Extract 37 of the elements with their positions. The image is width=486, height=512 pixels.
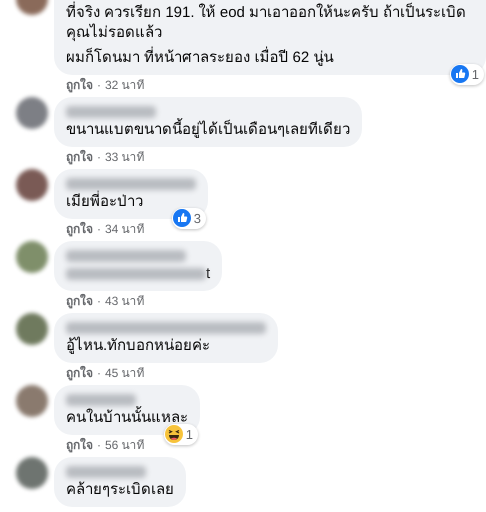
comment-text: t bbox=[206, 264, 210, 284]
blurred-name bbox=[66, 394, 136, 406]
reaction-count: 1 bbox=[186, 426, 193, 444]
comment-text: ผมก็โดนมา ที่หน้าศาลระยอง เมื่อปี 62 นู่น bbox=[66, 48, 474, 68]
separator-dot: · bbox=[97, 77, 101, 94]
timestamp[interactable]: 32 นาที bbox=[105, 77, 145, 94]
reaction-count: 3 bbox=[194, 210, 201, 228]
comment-text: คนในบ้านนั้นแหละ bbox=[66, 408, 188, 428]
separator-dot: · bbox=[97, 365, 101, 382]
comment-text: เมียพี่อะป่าว bbox=[66, 192, 196, 212]
comment-text: ขนานแบตขนาดนี้อยู่ได้เป็นเดือนๆเลยทีเดียว bbox=[66, 120, 350, 140]
like-link[interactable]: ถูกใจ bbox=[66, 437, 93, 454]
timestamp[interactable]: 56 นาที bbox=[105, 437, 145, 454]
like-link[interactable]: ถูกใจ bbox=[66, 149, 93, 166]
like-link[interactable]: ถูกใจ bbox=[66, 77, 93, 94]
avatar bbox=[16, 169, 48, 201]
separator-dot: · bbox=[97, 221, 101, 238]
separator-dot: · bbox=[97, 149, 101, 166]
avatar bbox=[16, 385, 48, 417]
like-link[interactable]: ถูกใจ bbox=[66, 365, 93, 382]
avatar bbox=[16, 313, 48, 345]
avatar bbox=[16, 457, 48, 489]
like-link[interactable]: ถูกใจ bbox=[66, 293, 93, 310]
avatar bbox=[16, 97, 48, 129]
separator-dot: · bbox=[97, 293, 101, 310]
timestamp[interactable]: 45 นาที bbox=[105, 365, 145, 382]
separator-dot: · bbox=[97, 437, 101, 454]
timestamp[interactable]: 43 นาที bbox=[105, 293, 145, 310]
laughing-emoji-icon bbox=[164, 425, 183, 444]
comment-text: คล้ายๆระเบิดเลย bbox=[66, 480, 174, 500]
comment-text: ที่จริง ควรเรียก 191. ให้ eod มาเอาออกให้นะครับ ถ้าเป็นระเบิด คุณไม่รอดแล้ว bbox=[66, 3, 474, 43]
avatar bbox=[16, 241, 48, 273]
timestamp[interactable]: 34 นาที bbox=[105, 221, 145, 238]
like-link[interactable]: ถูกใจ bbox=[66, 221, 93, 238]
timestamp[interactable]: 33 นาที bbox=[105, 149, 145, 166]
reaction-count: 1 bbox=[472, 66, 479, 84]
comment-text: อู้ไหน.ทักบอกหน่อยค่ะ bbox=[66, 336, 212, 356]
